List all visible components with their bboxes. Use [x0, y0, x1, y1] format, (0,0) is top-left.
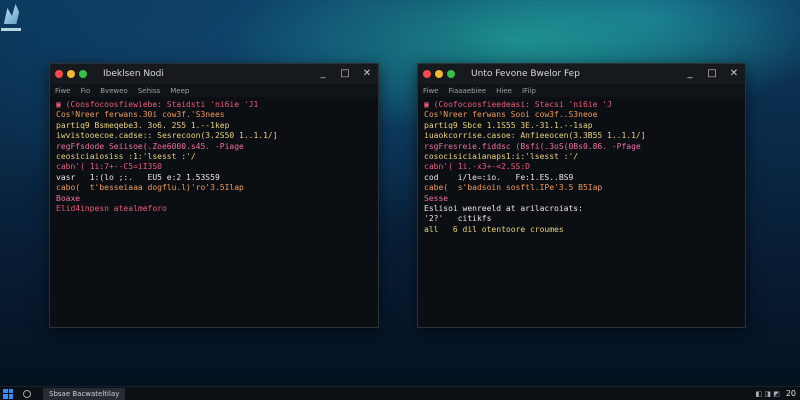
menubar: Fiwe Fio Bveweo Sehiss Meep — [50, 84, 378, 97]
menu-item[interactable]: Sehiss — [138, 87, 160, 95]
close-icon[interactable]: ✕ — [729, 67, 739, 80]
taskbar-app-button[interactable]: Sbsae Bacwateltilay — [43, 387, 126, 400]
tray-icons[interactable]: ◧ ◨ ◩ — [756, 390, 780, 398]
terminal-line: partiq9 Sbce 1.1S55 3E.-31.1.--1sap — [424, 120, 593, 130]
terminal-line: Sesse — [424, 193, 449, 203]
terminal-output[interactable]: ▣ (Coofocoosfieedeasi: Stacsi 'ni6ie 'J C… — [418, 97, 745, 235]
zoom-dot-icon[interactable] — [447, 70, 455, 78]
minimize-icon[interactable]: _ — [318, 67, 328, 80]
window-title: Unto Fevone Bwelor Fep — [471, 69, 580, 79]
app-logo-icon — [3, 4, 20, 24]
terminal-line: cabn'( 1i.-x3+-<2.SS:D — [424, 162, 530, 172]
terminal-line: ▣ (Coosfocoosfiewiebe: Staidsti 'ni6ie '… — [56, 100, 259, 109]
menu-item[interactable]: Hiee — [496, 87, 512, 95]
traffic-lights — [55, 70, 87, 78]
taskbar-app-label: Sbsae Bacwateltilay — [49, 389, 120, 398]
terminal-line: iuaokcorrise.casoe: Anfieeocen(3.3B55 1.… — [424, 131, 646, 141]
terminal-line: cabo( t'besseiaaa dogflu.l)'ro'3.5Ilap — [56, 183, 244, 193]
start-icon[interactable] — [3, 388, 13, 399]
menu-item[interactable]: Fiwe — [423, 87, 439, 95]
menu-item[interactable]: Fio — [81, 87, 91, 95]
window-controls: _ □ ✕ — [685, 67, 739, 80]
terminal-line: cosocisiciaianaps1:i:'lsesst :'/ — [424, 151, 579, 161]
terminal-line: '2?' citikfs — [424, 214, 492, 224]
minimize-dot-icon[interactable] — [435, 70, 443, 78]
terminal-window-left[interactable]: Ibeklsen Nodi _ □ ✕ Fiwe Fio Bveweo Sehi… — [49, 63, 379, 328]
terminal-line: Cos⁵Nreer ferwans.30i cow3f.'S3nees — [56, 110, 225, 120]
maximize-icon[interactable]: □ — [340, 67, 350, 80]
terminal-line: cabe( s'badsoin sosftl.IPe'3.5 B5Iap — [424, 183, 603, 193]
terminal-line: cod i/le=:io. Fe:1.ES..BS9 — [424, 172, 574, 182]
menu-item[interactable]: Bveweo — [100, 87, 128, 95]
close-dot-icon[interactable] — [55, 70, 63, 78]
terminal-line: partiq9 Bsmeqebe3. 3o6. 2S5 1.--1kep — [56, 120, 230, 130]
terminal-line: iwvistooecoe.cadse:: Sesrecoon(3.2S50 1.… — [56, 131, 278, 141]
terminal-output[interactable]: ▣ (Coosfocoosfiewiebe: Staidsti 'ni6ie '… — [50, 97, 378, 214]
terminal-line: regFfsdode Seiisoe(.Zoe6000.s45. -Piage — [56, 141, 244, 151]
minimize-dot-icon[interactable] — [67, 70, 75, 78]
terminal-line: vasr 1:(lo ;:. EU5 e:2 1.53S59 — [56, 172, 220, 182]
terminal-line: Boaxe — [56, 193, 81, 203]
menu-item[interactable]: Fiaaaebiee — [449, 87, 487, 95]
menu-item[interactable]: Meep — [170, 87, 189, 95]
terminal-line: rsgFresreie.fiddsc (Bsfi(.3oS(0Bs0.86. -… — [424, 141, 641, 151]
terminal-line: ▣ (Coofocoosfieedeasi: Stacsi 'ni6ie 'J — [424, 100, 612, 109]
titlebar[interactable]: Unto Fevone Bwelor Fep _ □ ✕ — [418, 64, 745, 84]
titlebar[interactable]: Ibeklsen Nodi _ □ ✕ — [50, 64, 378, 84]
window-controls: _ □ ✕ — [318, 67, 372, 80]
desktop-app-icon[interactable] — [0, 2, 22, 36]
clock[interactable]: 20 — [786, 389, 796, 398]
minimize-icon[interactable]: _ — [685, 67, 695, 80]
terminal-line: cabn'( 1i:7+--C5=iI3S0 — [56, 162, 162, 172]
close-icon[interactable]: ✕ — [362, 67, 372, 80]
terminal-line: Eslisoi wenreeld at arilacroiats: — [424, 203, 583, 213]
search-icon[interactable] — [23, 389, 31, 398]
menu-item[interactable]: IFiip — [522, 87, 536, 95]
desktop-icon-label — [1, 28, 21, 31]
terminal-line: Cos⁵Nreer ferwans Sooi cow3f..S3neoe — [424, 110, 598, 120]
terminal-line: Elid4inpesn atealmeforo — [56, 203, 167, 213]
traffic-lights — [423, 70, 455, 78]
window-title: Ibeklsen Nodi — [103, 69, 164, 79]
maximize-icon[interactable]: □ — [707, 67, 717, 80]
taskbar: Sbsae Bacwateltilay ◧ ◨ ◩ 20 — [0, 386, 800, 400]
system-tray: ◧ ◨ ◩ 20 — [756, 389, 796, 398]
terminal-window-right[interactable]: Unto Fevone Bwelor Fep _ □ ✕ Fiwe Fiaaae… — [417, 63, 746, 328]
zoom-dot-icon[interactable] — [79, 70, 87, 78]
close-dot-icon[interactable] — [423, 70, 431, 78]
terminal-line: ceosiciaiosiss :1:'lsesst :'/ — [56, 151, 196, 161]
terminal-line: all 6 dil otentoore croumes — [424, 224, 564, 234]
menubar: Fiwe Fiaaaebiee Hiee IFiip — [418, 84, 745, 97]
menu-item[interactable]: Fiwe — [55, 87, 71, 95]
